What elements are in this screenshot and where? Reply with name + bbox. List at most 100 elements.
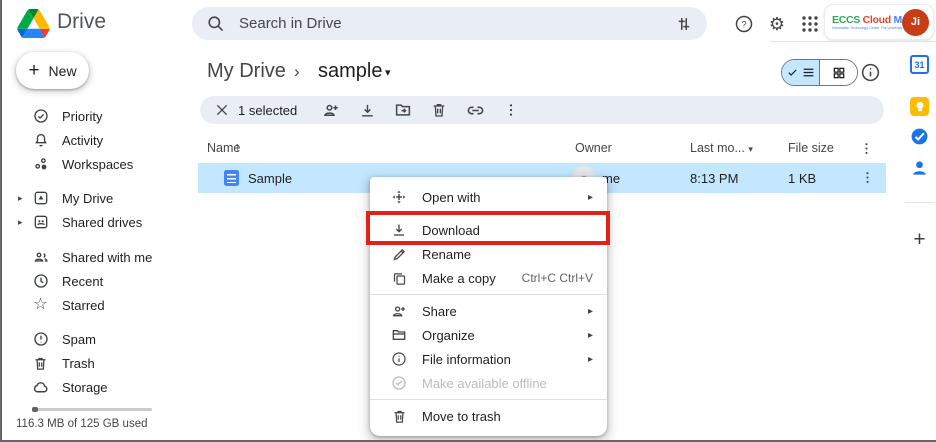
search-filters-icon[interactable]	[675, 15, 693, 33]
list-view-button[interactable]	[782, 60, 820, 85]
rename-pencil-icon	[390, 245, 408, 263]
sidebar-item-trash[interactable]: Trash	[2, 351, 182, 375]
sidebar-item-label: Spam	[62, 332, 96, 347]
sidebar-item-starred[interactable]: ☆ Starred	[2, 293, 182, 317]
column-header-size[interactable]: File size	[788, 141, 834, 155]
file-modified-time: 8:13 PM	[690, 171, 738, 186]
menu-divider	[370, 399, 607, 400]
storage-progress-bar	[32, 408, 152, 411]
sidebar-item-label: Recent	[62, 274, 103, 289]
move-to-folder-icon[interactable]	[393, 100, 413, 120]
storage-cloud-icon	[32, 379, 49, 396]
details-info-icon[interactable]	[860, 62, 881, 83]
sidebar-item-shared-with-me[interactable]: Shared with me	[2, 245, 182, 269]
menu-item-share[interactable]: Share ▸	[370, 299, 607, 323]
sidebar-item-recent[interactable]: Recent	[2, 269, 182, 293]
sidebar-item-my-drive[interactable]: ▸ My Drive	[2, 186, 182, 210]
new-button-label: New	[49, 63, 77, 79]
sidebar-item-label: Workspaces	[62, 157, 133, 172]
submenu-arrow-icon: ▸	[588, 354, 593, 365]
expand-arrow-icon[interactable]: ▸	[18, 217, 23, 228]
calendar-icon[interactable]: 31	[910, 55, 929, 74]
menu-item-download[interactable]: Download	[370, 218, 607, 242]
tasks-icon[interactable]	[910, 127, 929, 146]
apps-grid-icon[interactable]	[799, 13, 821, 35]
row-more-actions-icon[interactable]	[858, 168, 878, 188]
priority-icon	[32, 108, 49, 125]
sidebar-item-workspaces[interactable]: Workspaces	[2, 152, 182, 176]
selected-count-label: 1 selected	[238, 103, 297, 118]
info-icon	[390, 350, 408, 368]
clear-selection-icon[interactable]	[212, 100, 232, 120]
breadcrumb-chevron-icon: ›	[294, 62, 300, 82]
menu-item-open-with[interactable]: Open with ▸	[370, 185, 607, 209]
organize-folder-icon	[390, 326, 408, 344]
header-divider	[770, 41, 936, 42]
submenu-arrow-icon: ▸	[588, 192, 593, 203]
account-badge-subtitle: Information Technology Center The Univer…	[832, 26, 902, 30]
column-header-owner[interactable]: Owner	[575, 141, 612, 155]
account-badge-title: ECCS Cloud Mail	[832, 14, 902, 26]
sidebar-item-label: My Drive	[62, 191, 113, 206]
trash-icon[interactable]	[429, 100, 449, 120]
search-input[interactable]	[239, 15, 675, 32]
help-icon[interactable]: ?	[733, 13, 755, 35]
new-button[interactable]: + New	[16, 52, 89, 89]
column-settings-icon[interactable]	[857, 139, 877, 159]
contacts-icon[interactable]	[910, 158, 929, 177]
open-with-icon	[390, 188, 408, 206]
sidebar-item-activity[interactable]: Activity	[2, 128, 182, 152]
trash-icon	[390, 407, 408, 425]
settings-gear-icon[interactable]: ⚙	[766, 13, 788, 35]
more-actions-icon[interactable]	[501, 100, 521, 120]
menu-item-make-a-copy[interactable]: Make a copy Ctrl+C Ctrl+V	[370, 266, 607, 290]
sidebar-item-storage[interactable]: Storage	[2, 375, 182, 399]
menu-item-move-to-trash[interactable]: Move to trash	[370, 404, 607, 428]
sort-ascending-icon[interactable]: ↑	[234, 139, 241, 154]
grid-view-icon	[832, 66, 846, 80]
copy-link-icon[interactable]	[465, 100, 485, 120]
share-person-add-icon	[390, 302, 408, 320]
breadcrumb-my-drive[interactable]: My Drive	[207, 60, 286, 83]
account-badge[interactable]: ECCS Cloud Mail Information Technology C…	[824, 4, 934, 40]
rail-divider	[905, 202, 934, 203]
expand-arrow-icon[interactable]: ▸	[18, 193, 23, 204]
storage-usage-text: 116.3 MB of 125 GB used	[16, 418, 147, 430]
menu-item-file-information[interactable]: File information ▸	[370, 347, 607, 371]
grid-view-button[interactable]	[820, 60, 857, 85]
trash-icon	[32, 355, 49, 372]
menu-divider	[370, 294, 607, 295]
get-addons-plus-icon[interactable]: +	[910, 228, 929, 252]
breadcrumb-current-folder[interactable]: sample	[318, 60, 382, 83]
storage-progress-fill	[32, 407, 38, 412]
menu-item-rename[interactable]: Rename	[370, 242, 607, 266]
starred-star-icon: ☆	[32, 297, 49, 314]
sidebar-item-label: Shared drives	[62, 215, 142, 230]
user-avatar[interactable]: Ji	[902, 9, 929, 36]
copy-icon	[390, 269, 408, 287]
share-person-add-icon[interactable]	[321, 100, 341, 120]
sidebar-nav: Priority Activity Workspaces ▸ My Drive …	[2, 104, 182, 399]
file-size: 1 KB	[788, 171, 816, 186]
account-badge-text: ECCS Cloud Mail Information Technology C…	[832, 14, 902, 30]
check-icon	[787, 67, 798, 78]
recent-clock-icon	[32, 273, 49, 290]
sidebar-item-label: Shared with me	[62, 250, 152, 265]
menu-item-make-available-offline: Make available offline	[370, 371, 607, 395]
column-header-modified[interactable]: Last mo... ▾	[690, 141, 753, 155]
keep-icon[interactable]	[910, 97, 929, 116]
download-icon[interactable]	[357, 100, 377, 120]
folder-dropdown-caret-icon[interactable]: ▾	[385, 66, 391, 79]
sidebar-item-label: Trash	[62, 356, 95, 371]
app-title: Drive	[57, 10, 106, 34]
menu-item-organize[interactable]: Organize ▸	[370, 323, 607, 347]
search-bar[interactable]	[192, 7, 707, 40]
context-menu: Open with ▸ Download Rename Make a copy …	[370, 177, 607, 436]
drive-logo-icon[interactable]	[17, 9, 50, 38]
plus-icon: +	[28, 61, 39, 80]
download-icon	[390, 221, 408, 239]
submenu-arrow-icon: ▸	[588, 330, 593, 341]
sidebar-item-priority[interactable]: Priority	[2, 104, 182, 128]
sidebar-item-spam[interactable]: Spam	[2, 327, 182, 351]
sidebar-item-shared-drives[interactable]: ▸ Shared drives	[2, 210, 182, 234]
